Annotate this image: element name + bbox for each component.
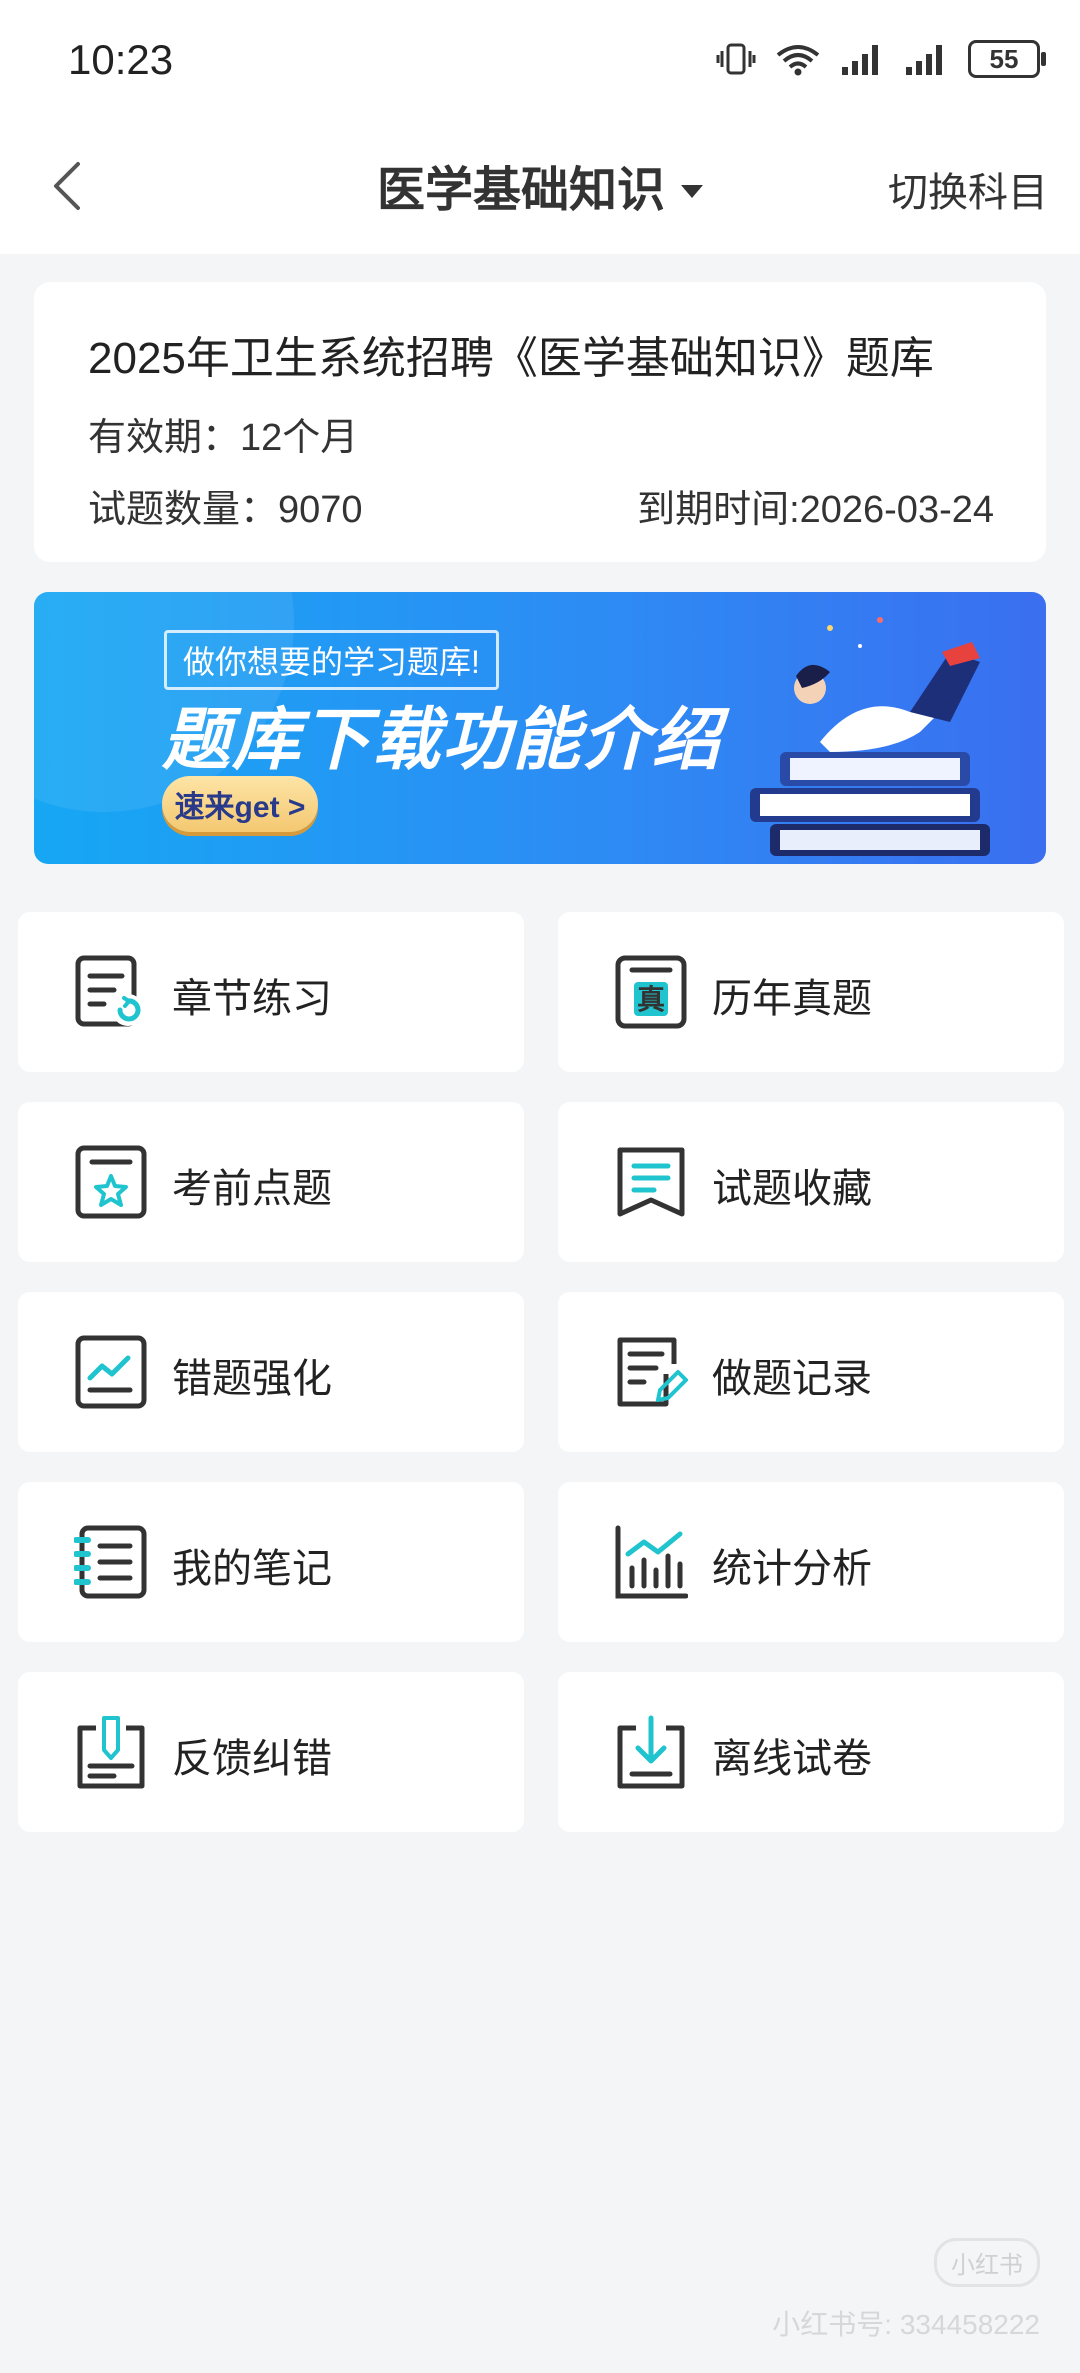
status-icons: 55 bbox=[716, 40, 1046, 78]
caret-down-icon bbox=[681, 184, 703, 198]
banner-cta-button[interactable]: 速来get > bbox=[162, 776, 318, 832]
notes-icon bbox=[74, 1525, 147, 1599]
tile-label: 统计分析 bbox=[712, 1547, 872, 1591]
tile-favorites[interactable]: 试题收藏 bbox=[558, 1102, 1064, 1262]
switch-subject-button[interactable]: 切换科目 bbox=[888, 160, 1048, 218]
battery-indicator: 55 bbox=[968, 40, 1046, 78]
tile-chapter-practice[interactable]: 章节练习 bbox=[18, 912, 524, 1072]
app-header: 医学基础知识 切换科目 bbox=[0, 120, 1080, 254]
feedback-icon bbox=[77, 1716, 145, 1789]
tile-label: 反馈纠错 bbox=[172, 1737, 332, 1781]
tile-feedback[interactable]: 反馈纠错 bbox=[18, 1672, 524, 1832]
validity-period: 有效期：12个月 bbox=[88, 417, 359, 459]
tile-wrong-questions[interactable]: 错题强化 bbox=[18, 1292, 524, 1452]
banner-tagline: 做你想要的学习题库! bbox=[164, 630, 499, 690]
offline-download-icon bbox=[617, 1715, 685, 1789]
watermark-text: 小红书号: 334458222 bbox=[772, 2309, 1040, 2340]
tile-label: 考前点题 bbox=[172, 1167, 332, 1211]
signal-icon-2 bbox=[906, 45, 942, 75]
signal-icon bbox=[842, 45, 878, 75]
favorites-icon bbox=[617, 1147, 685, 1217]
tile-label: 离线试卷 bbox=[712, 1737, 872, 1781]
tile-label: 错题强化 bbox=[172, 1357, 332, 1401]
vibrate-icon bbox=[716, 43, 756, 75]
practice-record-icon bbox=[617, 1337, 688, 1407]
page-title: 医学基础知识 bbox=[376, 164, 665, 217]
student-reading-illustration bbox=[750, 617, 990, 856]
question-count: 试题数量：9070 bbox=[88, 489, 363, 531]
question-bank-info-card: 2025年卫生系统招聘《医学基础知识》题库 有效期：12个月 试题数量：9070… bbox=[34, 282, 1046, 562]
bank-title: 2025年卫生系统招聘《医学基础知识》题库 bbox=[88, 334, 934, 383]
past-exams-icon: 真 bbox=[615, 955, 687, 1029]
svg-text:真: 真 bbox=[637, 983, 665, 1016]
watermark-badge: 小红书 bbox=[934, 2238, 1040, 2287]
statistics-icon bbox=[615, 1525, 688, 1599]
pre-exam-tips-icon bbox=[75, 1145, 147, 1219]
tile-offline-download[interactable]: 离线试卷 bbox=[558, 1672, 1064, 1832]
function-grid: 章节练习 真 历年真题 考前点题 试题收藏 错题强化 做题记录 我的笔记 统计分… bbox=[18, 912, 1064, 1832]
tile-label: 历年真题 bbox=[712, 977, 872, 1021]
tile-label: 章节练习 bbox=[172, 977, 332, 1021]
chapter-practice-icon bbox=[75, 955, 144, 1027]
tile-pre-exam-tips[interactable]: 考前点题 bbox=[18, 1102, 524, 1262]
watermark: 小红书 小红书号: 334458222 bbox=[772, 2238, 1040, 2343]
banner-headline: 题库下载功能介绍 bbox=[162, 702, 723, 778]
tile-practice-record[interactable]: 做题记录 bbox=[558, 1292, 1064, 1452]
wifi-icon bbox=[776, 45, 820, 76]
tile-label: 试题收藏 bbox=[712, 1167, 872, 1211]
tile-statistics[interactable]: 统计分析 bbox=[558, 1482, 1064, 1642]
status-time: 10:23 bbox=[68, 36, 174, 83]
tile-past-exams[interactable]: 真 历年真题 bbox=[558, 912, 1064, 1072]
download-intro-banner[interactable]: 做你想要的学习题库! 题库下载功能介绍 速来get > bbox=[34, 592, 1046, 864]
wrong-questions-icon bbox=[75, 1335, 147, 1409]
tile-notes[interactable]: 我的笔记 bbox=[18, 1482, 524, 1642]
tile-label: 我的笔记 bbox=[172, 1547, 332, 1591]
tile-label: 做题记录 bbox=[712, 1357, 872, 1401]
status-bar: 10:23 55 bbox=[0, 0, 1080, 120]
expiry-date: 到期时间:2026-03-24 bbox=[637, 489, 994, 531]
